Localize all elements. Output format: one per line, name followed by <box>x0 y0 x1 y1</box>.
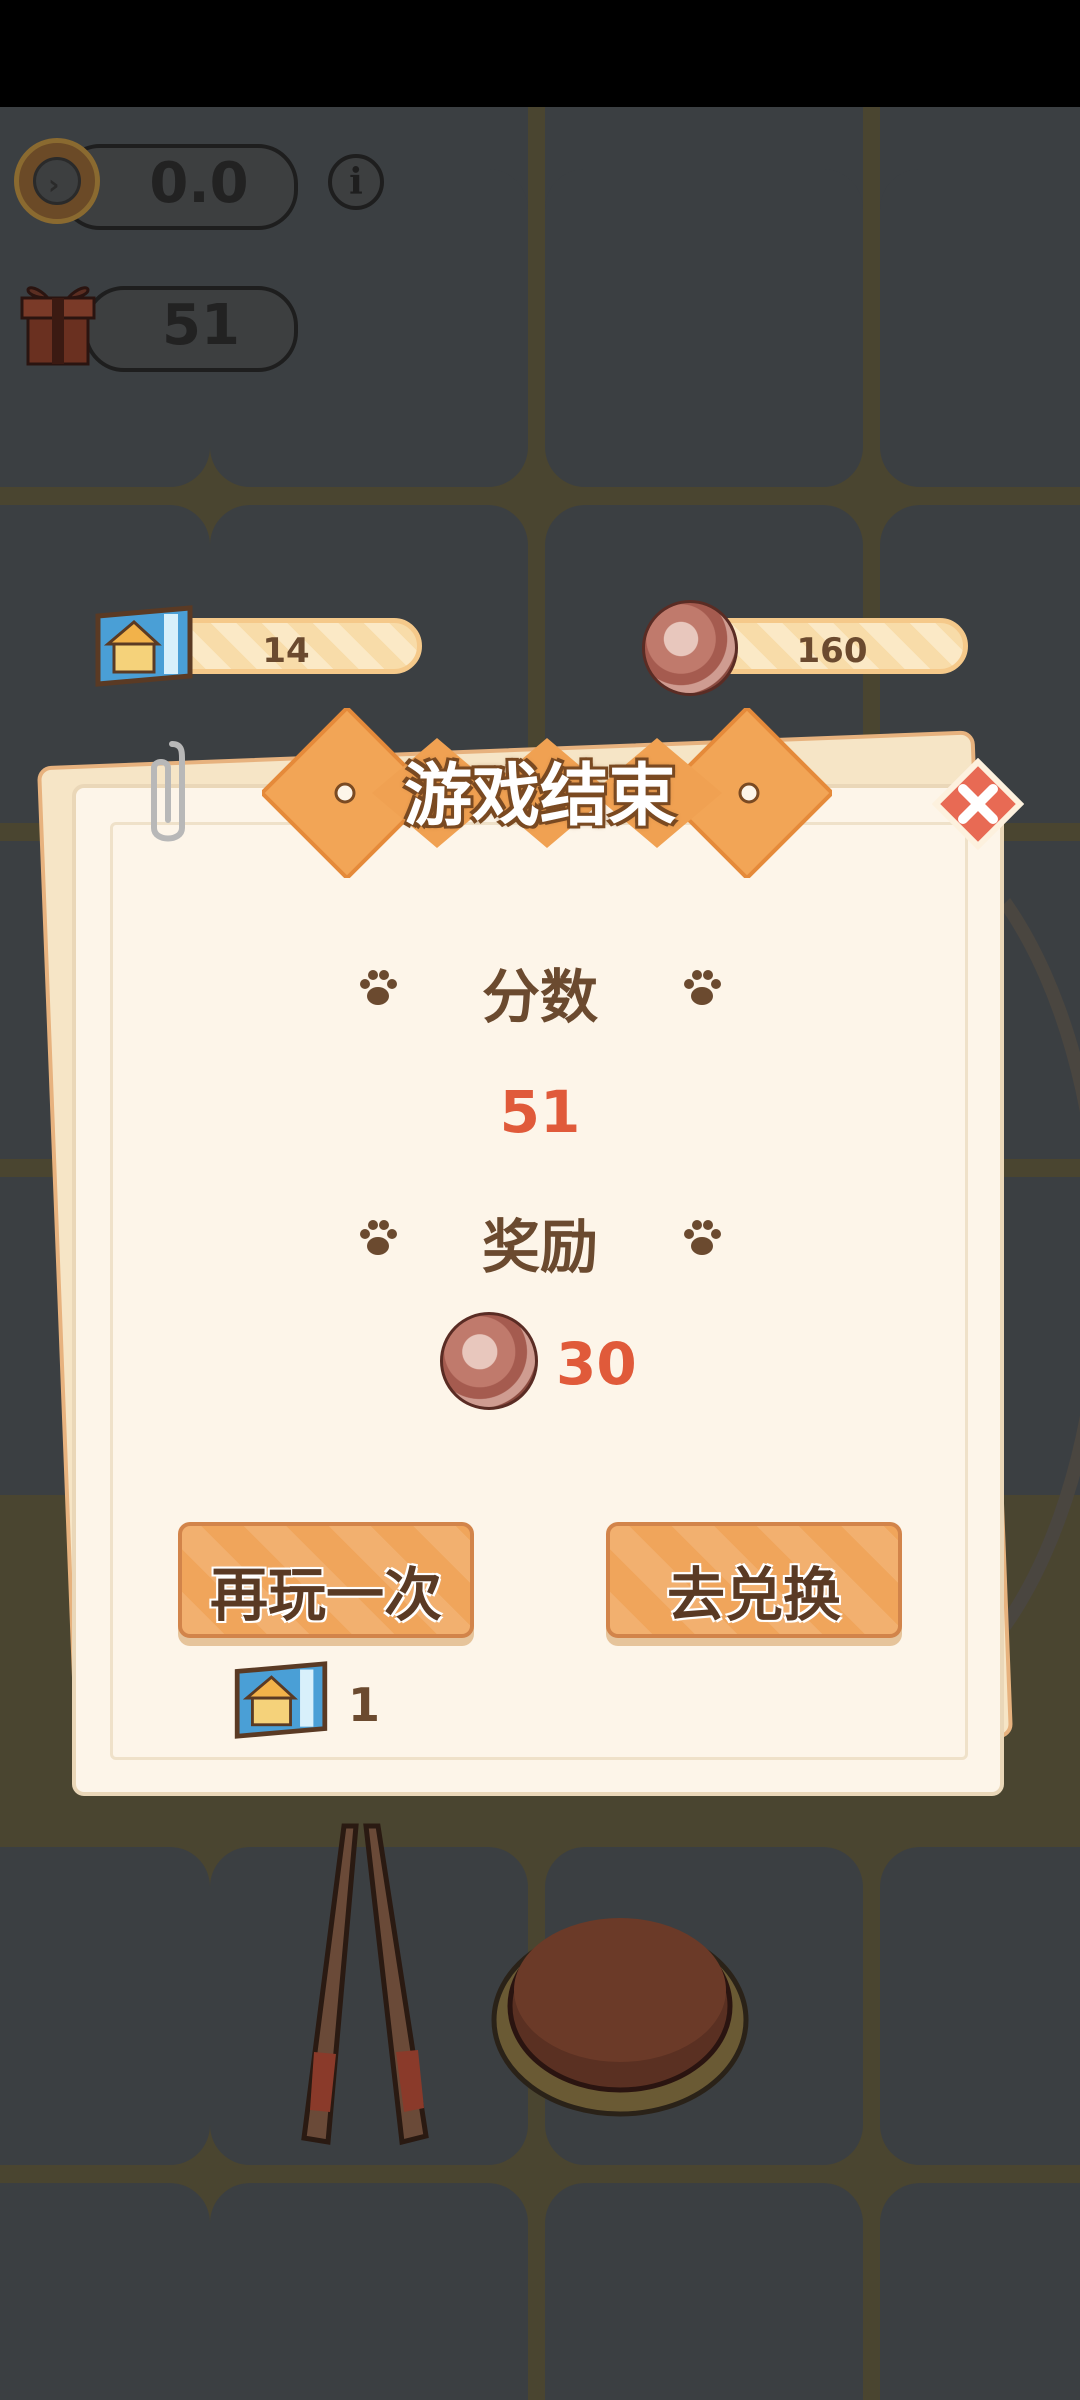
ticket-count: 14 <box>262 631 310 671</box>
gift-count-pill: 51 <box>84 286 298 372</box>
board-tile <box>880 1847 1080 2165</box>
play-again-button[interactable]: 再玩一次 <box>178 1522 474 1638</box>
board-tile <box>880 169 1080 487</box>
dialog-title: 游戏结束 <box>403 757 676 836</box>
board-tile <box>0 1847 210 2165</box>
coin-icon <box>440 1312 538 1410</box>
game-over-dialog <box>72 784 1004 1796</box>
play-again-label: 再玩一次 <box>209 1561 442 1629</box>
clock-icon: › <box>14 138 100 224</box>
status-bar <box>0 0 1080 107</box>
exchange-button[interactable]: 去兑换 <box>606 1522 902 1638</box>
close-icon[interactable] <box>932 758 1024 850</box>
reward-value: 30 <box>556 1330 637 1398</box>
ticket-icon <box>234 1661 328 1739</box>
coin-count: 160 <box>796 631 868 671</box>
board-tile <box>545 2183 863 2400</box>
chopsticks <box>301 1823 429 2146</box>
ticket-icon <box>95 605 193 687</box>
gift-count: 51 <box>162 293 240 358</box>
paw-icon <box>684 970 721 1005</box>
coin-icon <box>642 600 738 696</box>
info-icon[interactable]: i <box>328 154 384 210</box>
gift-icon[interactable] <box>14 272 102 368</box>
board-tile <box>0 2183 210 2400</box>
board-tile <box>545 169 863 487</box>
pot-lid <box>491 1918 749 2117</box>
ticket-reward-count: 1 <box>348 1678 381 1732</box>
exchange-label: 去兑换 <box>666 1561 841 1629</box>
paw-icon <box>684 1220 721 1255</box>
board-tile <box>210 2183 528 2400</box>
score-value: 51 <box>499 1078 581 1146</box>
board-tile <box>880 2183 1080 2400</box>
paperclip-icon <box>151 741 185 842</box>
